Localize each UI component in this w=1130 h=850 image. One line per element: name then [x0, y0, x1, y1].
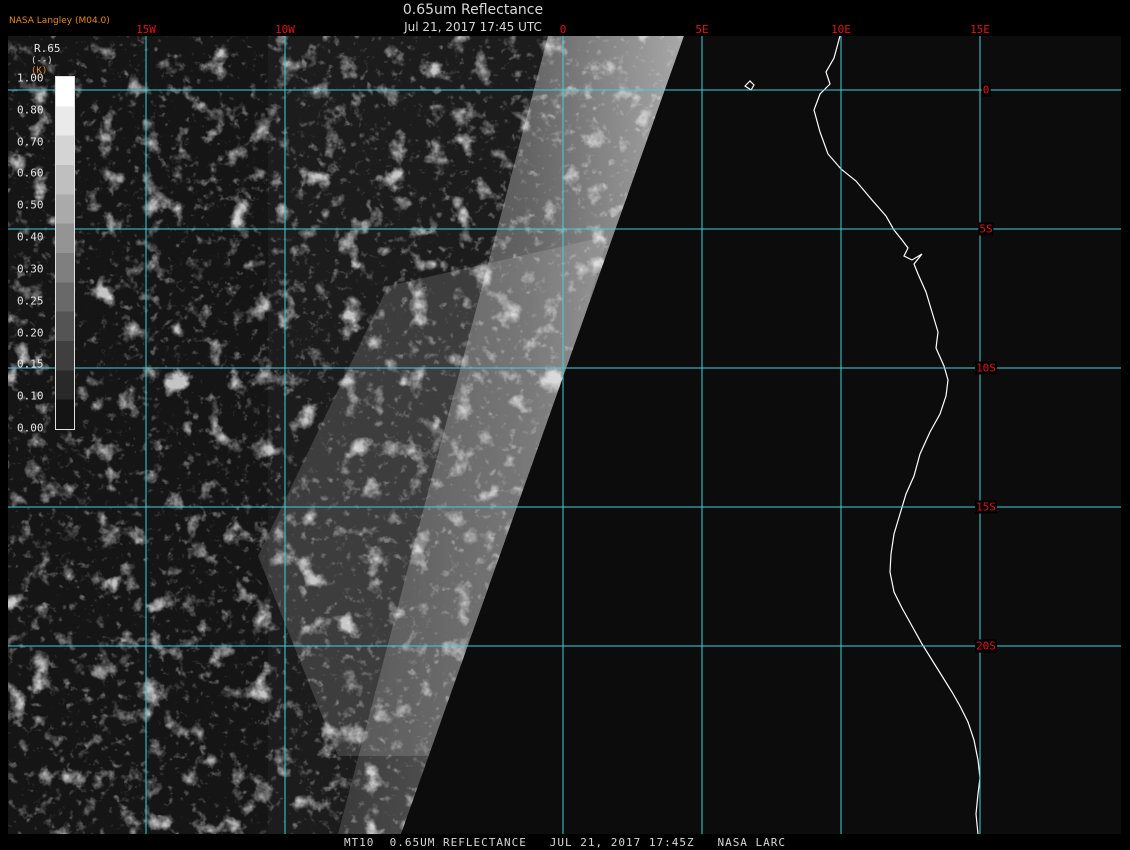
latitude-label: 15S [975, 500, 997, 514]
legend-tick-label: 0.25 [17, 294, 44, 308]
legend-tick-label: 0.80 [17, 103, 44, 117]
legend-tick-label: 0.70 [17, 135, 44, 149]
latitude-label: 0 [981, 83, 991, 97]
legend-tick-label: 0.15 [17, 357, 44, 371]
legend-tick-label: 0.00 [17, 421, 44, 435]
reflectance-image [8, 36, 1121, 834]
image-title: 0.65um Reflectance [402, 2, 544, 18]
legend-units-value: (--) [31, 56, 53, 66]
legend-colorbar [55, 76, 75, 430]
legend-tick-label: 0.40 [17, 230, 44, 244]
longitude-label: 10E [831, 23, 851, 36]
legend-tick-label: 0.30 [17, 262, 44, 276]
footer-caption: MT10 0.65UM REFLECTANCE JUL 21, 2017 17:… [343, 836, 787, 849]
legend-title: R.65 [34, 42, 61, 55]
longitude-label: 5E [695, 23, 709, 36]
producer-label: NASA Langley (M04.0) [9, 16, 110, 26]
longitude-label: 10W [275, 23, 295, 36]
legend-tick-label: 1.00 [17, 71, 44, 85]
satellite-image-frame: 0.65um Reflectance Jul 21, 2017 17:45 UT… [0, 0, 1130, 850]
longitude-label: 0 [559, 23, 567, 36]
longitude-label: 15E [970, 23, 990, 36]
legend-tick-label: 0.60 [17, 166, 44, 180]
latitude-label: 20S [975, 639, 997, 653]
latitude-label: 5S [978, 222, 994, 236]
longitude-label: 15W [136, 23, 156, 36]
legend-tick-label: 0.20 [17, 326, 44, 340]
legend-tick-label: 0.50 [17, 198, 44, 212]
latitude-label: 10S [975, 361, 997, 375]
legend-tick-label: 0.10 [17, 389, 44, 403]
